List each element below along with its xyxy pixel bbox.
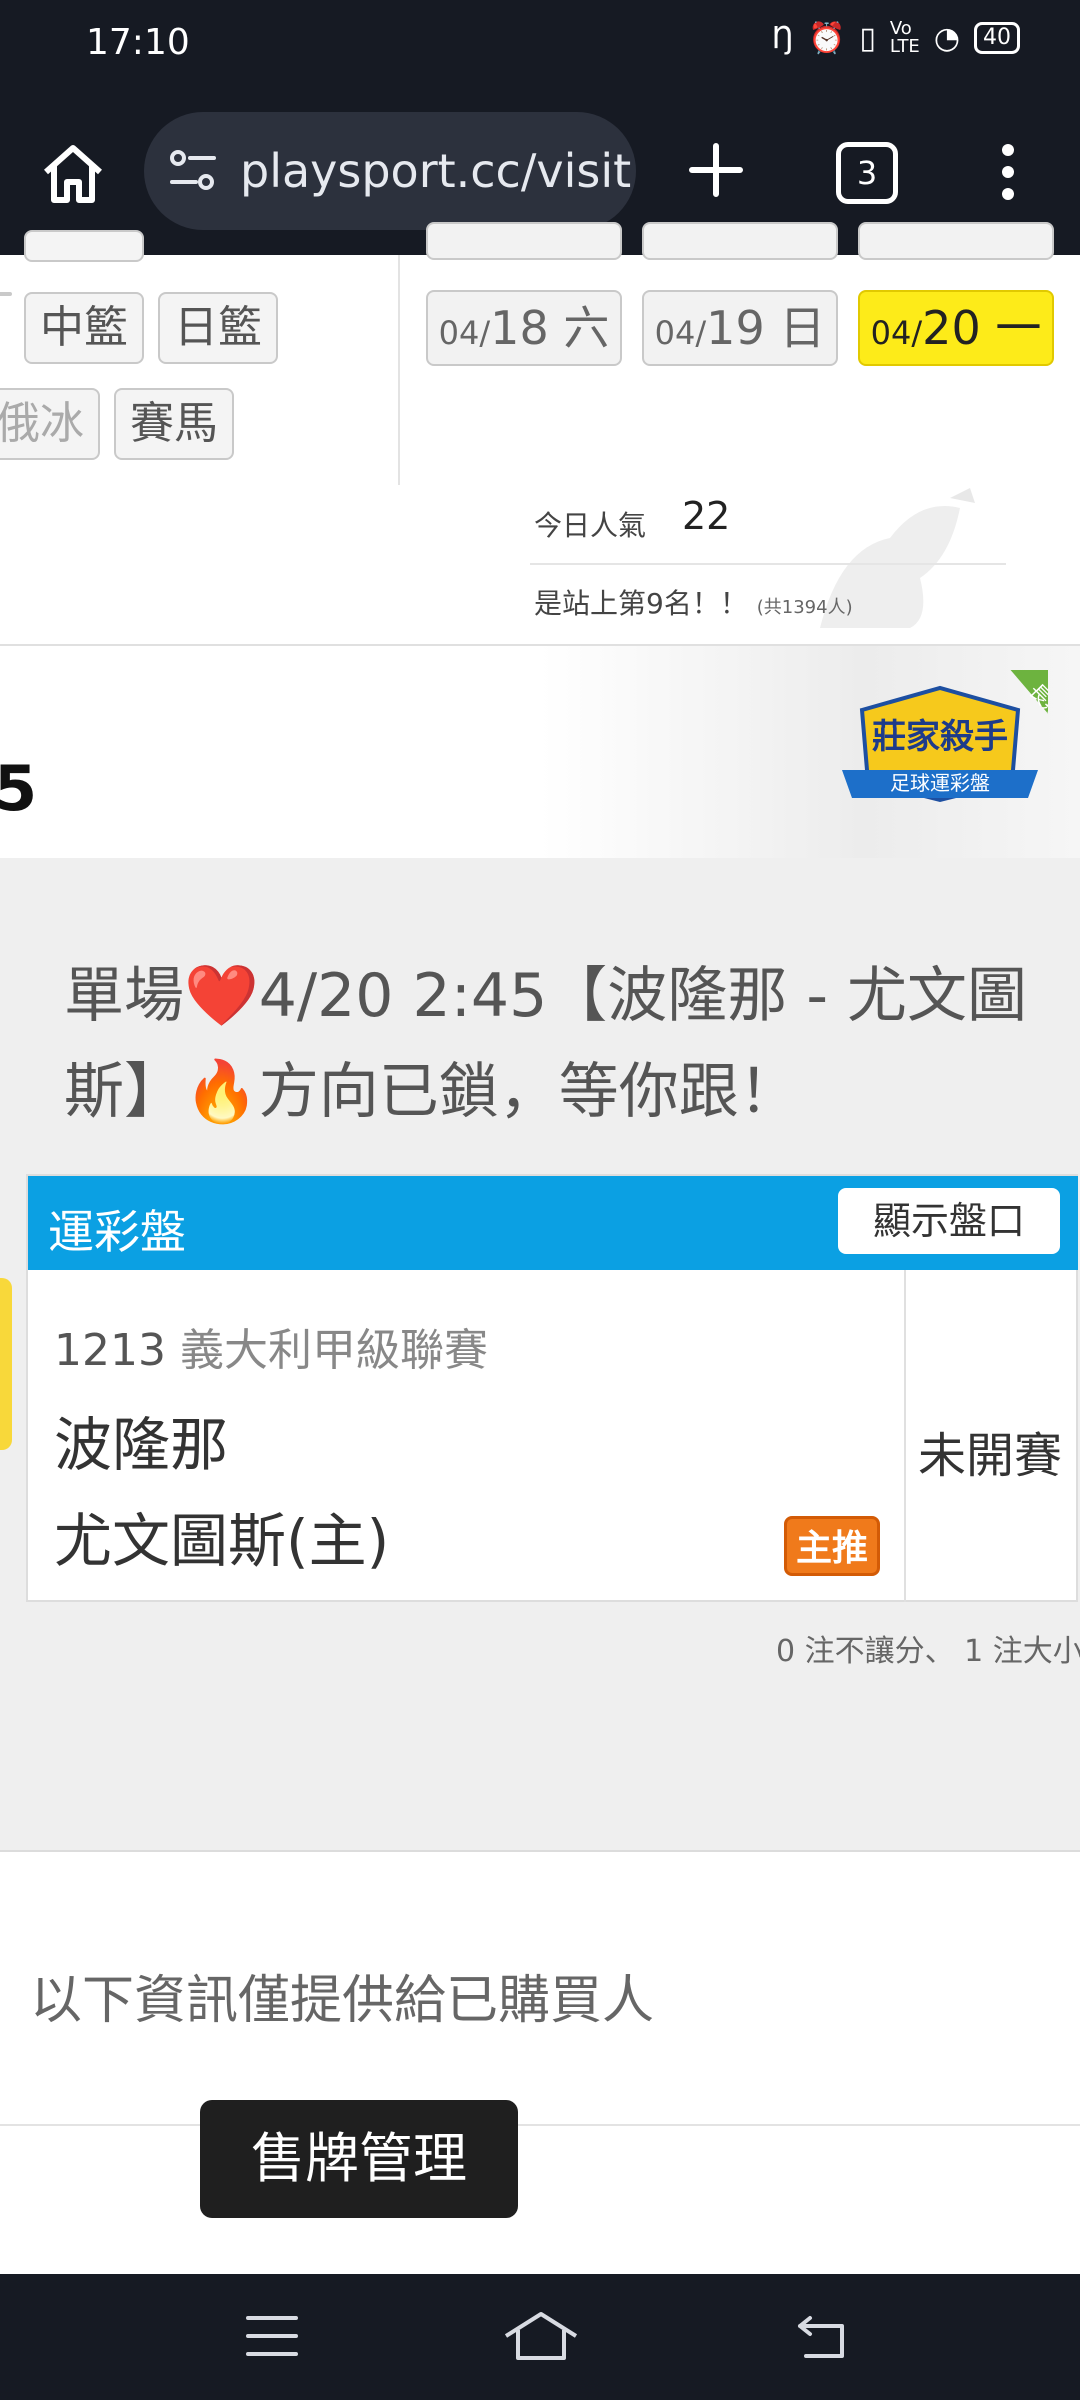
date-chip[interactable]	[858, 222, 1054, 260]
status-time: 17:10	[86, 22, 190, 63]
match-status: 未開賽	[918, 1428, 1063, 1484]
site-settings-icon[interactable]	[168, 148, 218, 194]
vibrate-icon: ▯	[859, 20, 876, 56]
banner-partial-text: 5	[0, 752, 38, 825]
main-pick-tag: 主推	[784, 1516, 880, 1576]
away-team: 波隆那	[54, 1411, 229, 1479]
alarm-icon: ⏰	[808, 20, 846, 56]
battery-indicator: 40	[974, 22, 1020, 54]
nfc-icon: Ŋ	[771, 20, 795, 56]
match-meta: 1213 義大利甲級聯賽	[54, 1314, 488, 1378]
new-tab-icon[interactable]	[686, 140, 746, 200]
sport-chip-saima[interactable]: 賽馬	[114, 388, 234, 460]
rank-text: 是站上第9名！！ (共1394人)	[534, 587, 853, 620]
date-chip[interactable]	[642, 222, 838, 260]
section-divider	[0, 2124, 1080, 2126]
popularity-divider	[530, 563, 1006, 565]
banker-killer-badge: 長期 莊家殺手 足球運彩盤	[842, 670, 1048, 803]
table-header: 運彩盤 顯示盤口	[28, 1176, 1078, 1270]
wifi-icon: ◔	[933, 20, 960, 56]
badge-title: 莊家殺手	[872, 717, 1008, 757]
sport-chip-rilan[interactable]: 日籃	[158, 292, 278, 364]
column-divider	[398, 255, 400, 485]
back-icon[interactable]	[796, 2312, 848, 2360]
more-menu-icon[interactable]	[998, 142, 1018, 202]
league-name: 義大利甲級聯賽	[179, 1325, 488, 1376]
table-header-label: 運彩盤	[48, 1205, 186, 1259]
recent-apps-icon[interactable]	[246, 2314, 298, 2358]
volte-icon: Vo LTE	[889, 18, 920, 57]
sport-chip-eibing[interactable]: 俄冰	[0, 388, 100, 460]
tab-switcher-button[interactable]: 3	[836, 142, 898, 204]
home-team: 尤文圖斯(主)	[54, 1507, 390, 1575]
status-icons: Ŋ ⏰ ▯ Vo LTE ◔ 40	[772, 20, 1020, 56]
bet-stats: 0 注不讓分、 1 注大小	[776, 1634, 1080, 1669]
date-chip-0418[interactable]: 04/18 六	[426, 290, 622, 366]
date-chip-0420-selected[interactable]: 04/20 一	[858, 290, 1054, 366]
date-chip-0419[interactable]: 04/19 日	[642, 290, 838, 366]
badge-subtitle: 足球運彩盤	[890, 771, 990, 795]
sell-management-button[interactable]: 售牌管理	[200, 2100, 518, 2218]
post-title: 單場❤️4/20 2:45【波隆那 - 尤文圖斯】🔥方向已鎖，等你跟！	[64, 961, 1028, 1127]
home-icon[interactable]	[38, 138, 108, 208]
browser-chrome: 17:10 Ŋ ⏰ ▯ Vo LTE ◔ 40 playsport.cc/visi…	[0, 0, 1080, 255]
sport-chip-partial[interactable]	[24, 230, 144, 262]
buyer-only-note: 以下資訊僅提供給已購買人	[30, 1971, 655, 2031]
url-text[interactable]: playsport.cc/visit	[240, 144, 631, 198]
popularity-value: 22	[682, 494, 731, 538]
popularity-label: 今日人氣	[534, 509, 647, 542]
column-separator	[904, 1270, 906, 1602]
system-home-icon[interactable]	[502, 2310, 580, 2362]
sport-chip-zhonglan[interactable]: 中籃	[24, 292, 144, 364]
sport-chip-zhonglan[interactable]	[0, 292, 12, 296]
match-number: 1213	[54, 1325, 166, 1376]
system-nav-bar	[0, 2274, 1080, 2400]
show-odds-button[interactable]: 顯示盤口	[838, 1188, 1060, 1254]
side-tab[interactable]	[0, 1278, 12, 1450]
odds-table: 運彩盤 顯示盤口 1213 義大利甲級聯賽 波隆那 尤文圖斯(主) 主推 未開賽	[26, 1174, 1078, 1602]
date-chip[interactable]	[426, 222, 622, 260]
address-bar[interactable]: playsport.cc/visit	[144, 112, 636, 230]
section-divider	[0, 1850, 1080, 1852]
